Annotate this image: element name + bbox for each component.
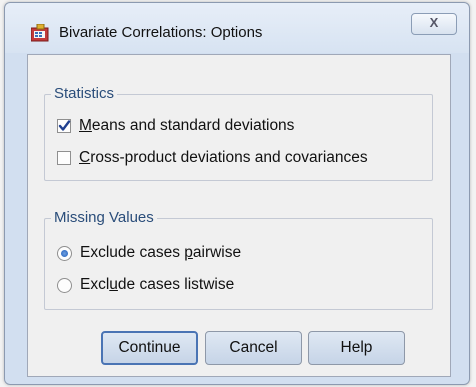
statistics-group-title: Statistics (51, 85, 118, 103)
close-icon: X (429, 15, 439, 30)
help-button[interactable]: Help (308, 331, 405, 365)
dialog-title: Bivariate Correlations: Options (59, 24, 263, 41)
continue-button[interactable]: Continue (101, 331, 198, 365)
title-bar[interactable]: Bivariate Correlations: Options X (5, 3, 469, 49)
listwise-radio-row[interactable]: Exclude cases listwise (57, 275, 234, 295)
checkmark-icon (58, 120, 71, 131)
listwise-label: Exclude cases listwise (80, 276, 235, 293)
means-std-dev-checkbox-row[interactable]: Means and standard deviations (57, 116, 294, 136)
spss-app-icon (31, 24, 49, 42)
dialog-body: Statistics Means and standard deviations… (27, 54, 451, 377)
means-std-dev-label: Means and standard deviations (79, 117, 295, 134)
missing-values-group-title: Missing Values (51, 209, 157, 227)
pairwise-label: Exclude cases pairwise (80, 244, 242, 261)
pairwise-radio-row[interactable]: Exclude cases pairwise (57, 243, 241, 263)
close-button[interactable]: X (411, 13, 457, 35)
cancel-button[interactable]: Cancel (205, 331, 302, 365)
cross-product-checkbox-row[interactable]: Cross-product deviations and covariances (57, 148, 368, 168)
options-dialog: Bivariate Correlations: Options X Statis… (4, 2, 470, 385)
cross-product-label: Cross-product deviations and covariances (79, 149, 368, 166)
missing-values-group: Missing Values Exclude cases pairwise Ex… (44, 209, 433, 310)
cross-product-checkbox[interactable] (57, 151, 71, 165)
pairwise-radio[interactable] (57, 245, 72, 261)
means-std-dev-checkbox[interactable] (57, 119, 71, 133)
listwise-radio[interactable] (57, 277, 72, 293)
statistics-group: Statistics Means and standard deviations… (44, 85, 433, 181)
